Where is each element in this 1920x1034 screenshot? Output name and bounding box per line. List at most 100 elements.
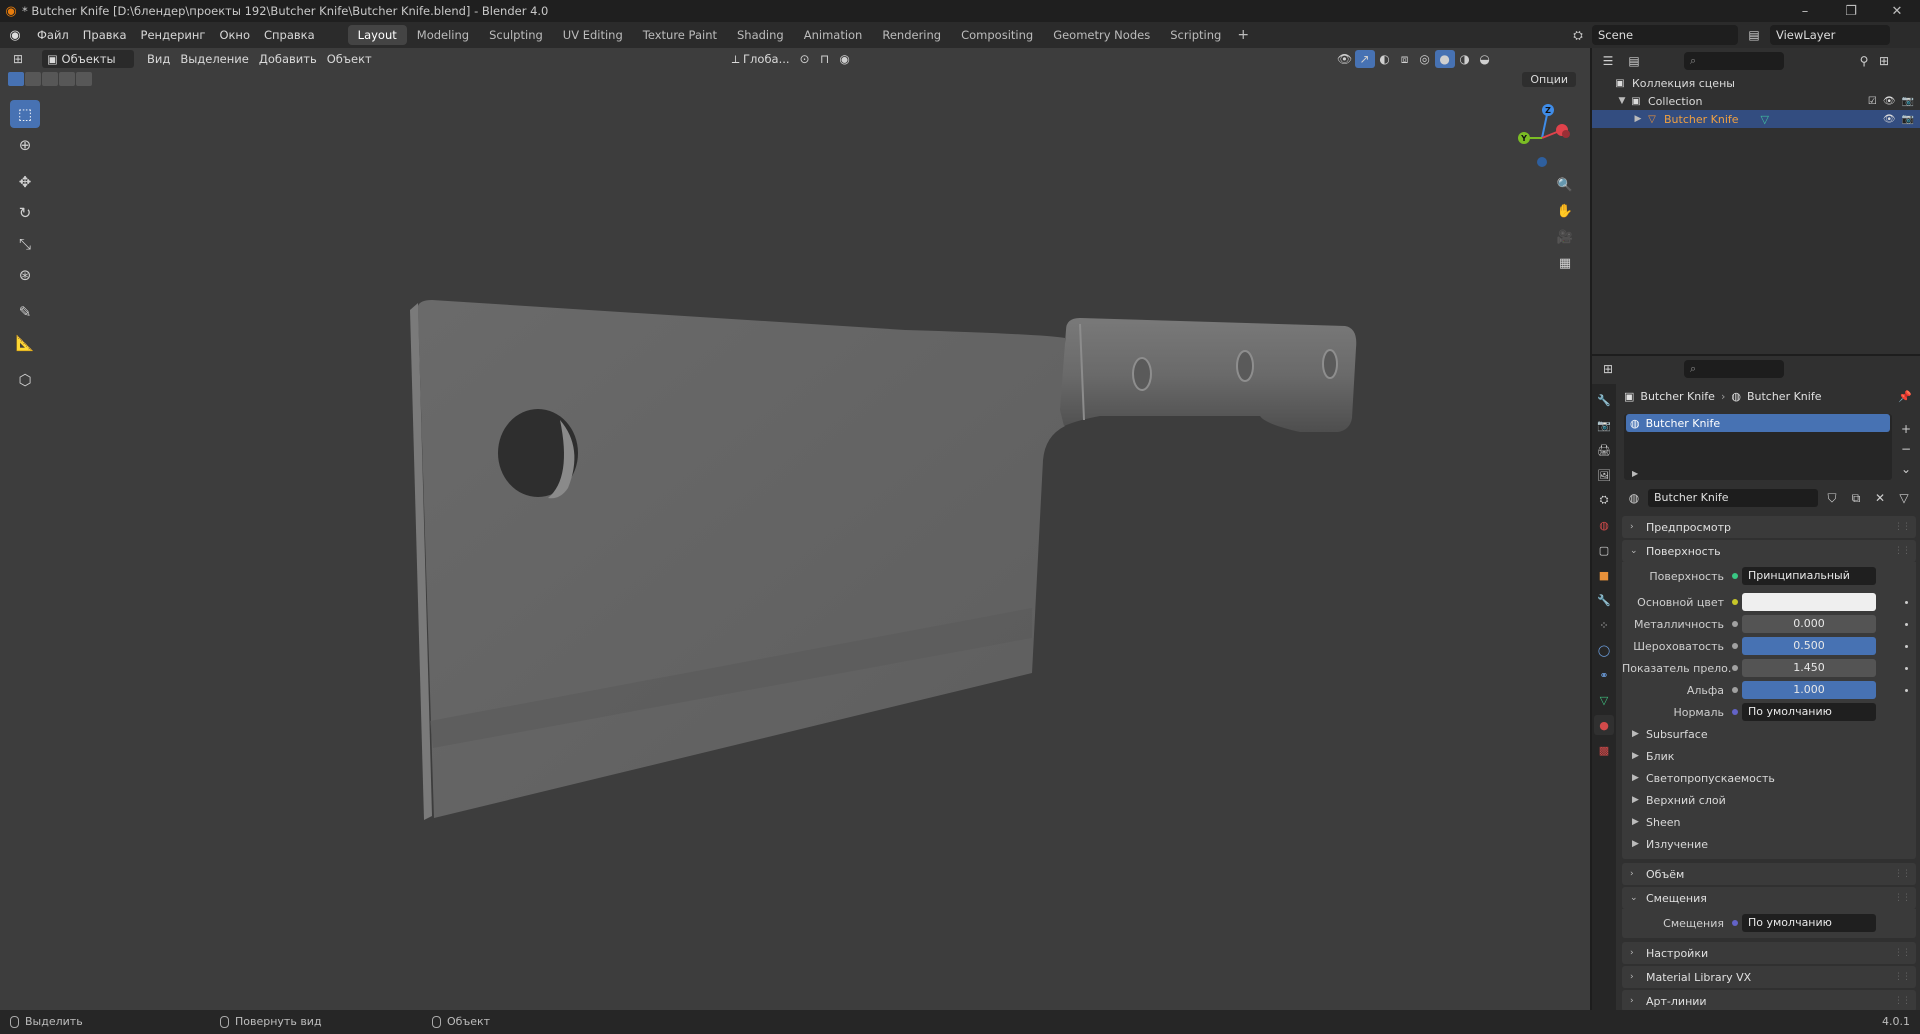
subpanel-specular[interactable]: ▶ Блик: [1622, 745, 1916, 767]
keyframe-dot-icon[interactable]: [1905, 644, 1908, 648]
constraints-tab-icon[interactable]: ⚭: [1594, 665, 1614, 685]
section-preview[interactable]: › Предпросмотр ⋮⋮: [1622, 516, 1916, 538]
section-displacement[interactable]: ⌄ Смещения ⋮⋮: [1622, 887, 1916, 909]
material-link-icon[interactable]: ▽: [1894, 489, 1914, 507]
overlays-icon[interactable]: ◐: [1375, 50, 1395, 68]
solid-shading-icon[interactable]: ●: [1434, 50, 1455, 68]
orientation-dropdown[interactable]: ⟂ Глоба...: [727, 50, 795, 68]
subpanel-coat[interactable]: ▶ Верхний слой: [1622, 789, 1916, 811]
surface-shader-field[interactable]: Принципиальный BSDF: [1742, 567, 1876, 585]
view-layer-tab-icon[interactable]: 🖼: [1594, 465, 1614, 485]
particles-tab-icon[interactable]: ⁘: [1594, 615, 1614, 635]
checkbox-icon[interactable]: ☑: [1868, 96, 1877, 107]
menu-help[interactable]: Справка: [257, 24, 322, 46]
measure-icon[interactable]: 📐: [10, 329, 40, 357]
keyframe-dot-icon[interactable]: [1905, 600, 1908, 604]
select-box-icon[interactable]: ⬚: [10, 100, 40, 128]
tab-geometry-nodes[interactable]: Geometry Nodes: [1043, 25, 1160, 45]
menu-view[interactable]: Вид: [142, 50, 175, 68]
color-socket-icon[interactable]: [1732, 599, 1738, 605]
add-slot-icon[interactable]: +: [1896, 420, 1916, 438]
drag-handle-icon[interactable]: ⋮⋮: [1894, 546, 1911, 556]
menu-add[interactable]: Добавить: [254, 50, 322, 68]
mesh-data-icon[interactable]: ▽: [1761, 113, 1769, 126]
menu-window[interactable]: Окно: [212, 24, 257, 46]
render-tab-icon[interactable]: 📷: [1594, 415, 1614, 435]
tab-animation[interactable]: Animation: [794, 25, 873, 45]
scene-icon[interactable]: ⛭: [1568, 26, 1588, 44]
duplicate-material-icon[interactable]: ⧉: [1846, 489, 1866, 507]
tab-rendering[interactable]: Rendering: [872, 25, 951, 45]
rendered-shading-icon[interactable]: ◒: [1475, 50, 1495, 68]
pivot-icon[interactable]: ⊙: [795, 50, 815, 68]
physics-tab-icon[interactable]: ◯: [1594, 640, 1614, 660]
tab-compositing[interactable]: Compositing: [951, 25, 1043, 45]
navigation-gizmo[interactable]: Z Y: [1508, 100, 1578, 170]
close-icon[interactable]: ✕: [1874, 0, 1920, 22]
drag-handle-icon[interactable]: ⋮⋮: [1894, 972, 1911, 982]
vector-socket-icon[interactable]: [1732, 709, 1738, 715]
rotate-icon[interactable]: ↻: [10, 199, 40, 227]
view-layer-icon[interactable]: ▤: [1744, 26, 1764, 44]
new-collection-icon[interactable]: ⊞: [1874, 52, 1894, 70]
keyframe-dot-icon[interactable]: [1905, 688, 1908, 692]
material-tab-icon[interactable]: ●: [1594, 715, 1614, 735]
outliner-row-butcher-knife[interactable]: ▶ ▽ Butcher Knife ▽ 👁 📷: [1592, 110, 1920, 128]
xray-icon[interactable]: ⧈: [1395, 50, 1415, 68]
subpanel-transmission[interactable]: ▶ Светопропускаемость: [1622, 767, 1916, 789]
properties-search[interactable]: ⌕: [1684, 360, 1784, 378]
tab-uv-editing[interactable]: UV Editing: [553, 25, 633, 45]
wireframe-shading-icon[interactable]: ◎: [1415, 50, 1435, 68]
properties-editor-icon[interactable]: ⊞: [1598, 360, 1618, 378]
menu-render[interactable]: Рендеринг: [134, 24, 213, 46]
add-cube-icon[interactable]: ⬡: [10, 366, 40, 394]
tab-scripting[interactable]: Scripting: [1160, 25, 1231, 45]
modifier-tab-icon[interactable]: 🔧: [1594, 590, 1614, 610]
editor-type-icon[interactable]: ⊞: [8, 50, 28, 68]
select-intersect-icon[interactable]: [76, 72, 92, 86]
select-new-icon[interactable]: [8, 72, 24, 86]
texture-tab-icon[interactable]: ▩: [1594, 740, 1614, 760]
view-layer-selector[interactable]: ViewLayer: [1770, 25, 1890, 45]
section-settings[interactable]: › Настройки ⋮⋮: [1622, 942, 1916, 964]
vector-socket-icon[interactable]: [1732, 920, 1738, 926]
unlink-material-icon[interactable]: ✕: [1870, 489, 1890, 507]
material-name-field[interactable]: Butcher Knife: [1648, 489, 1818, 507]
filter-icon[interactable]: ⚲: [1854, 52, 1874, 70]
fake-user-icon[interactable]: ⛉: [1822, 489, 1842, 507]
value-socket-icon[interactable]: [1732, 665, 1738, 671]
collapse-icon[interactable]: ▼: [1616, 96, 1628, 106]
annotate-icon[interactable]: ✎: [10, 298, 40, 326]
eye-icon[interactable]: 👁: [1883, 96, 1896, 107]
tool-tab-icon[interactable]: 🔧: [1594, 390, 1614, 410]
outliner-editor-icon[interactable]: ☰: [1598, 52, 1618, 70]
select-extend-icon[interactable]: [25, 72, 41, 86]
snap-icon[interactable]: ⊓: [815, 50, 835, 68]
pin-icon[interactable]: 📌: [1898, 390, 1912, 403]
3d-viewport[interactable]: ⊞ ▣ Объекты Вид Выделение Добавить Объек…: [0, 48, 1590, 1010]
output-tab-icon[interactable]: 🖨: [1594, 440, 1614, 460]
keyframe-dot-icon[interactable]: [1905, 666, 1908, 670]
mode-dropdown[interactable]: ▣ Объекты: [42, 50, 134, 68]
maximize-icon[interactable]: ❐: [1828, 0, 1874, 22]
roughness-slider[interactable]: 0.500: [1742, 637, 1876, 655]
section-lineart[interactable]: › Арт-линии ⋮⋮: [1622, 990, 1916, 1012]
base-color-swatch[interactable]: [1742, 593, 1876, 611]
drag-handle-icon[interactable]: ⋮⋮: [1894, 948, 1911, 958]
outliner-search[interactable]: ⌕: [1684, 52, 1784, 70]
value-socket-icon[interactable]: [1732, 643, 1738, 649]
metallic-field[interactable]: 0.000: [1742, 615, 1876, 633]
proportional-edit-icon[interactable]: ◉: [835, 50, 855, 68]
tab-modeling[interactable]: Modeling: [407, 25, 479, 45]
menu-file[interactable]: Файл: [30, 24, 76, 46]
cursor-icon[interactable]: ⊕: [10, 131, 40, 159]
value-socket-icon[interactable]: [1732, 621, 1738, 627]
collection-tab-icon[interactable]: ▢: [1594, 540, 1614, 560]
section-surface[interactable]: ⌄ Поверхность ⋮⋮: [1622, 540, 1916, 562]
tab-layout[interactable]: Layout: [347, 25, 407, 45]
select-invert-icon[interactable]: [59, 72, 75, 86]
scene-tab-icon[interactable]: ⛭: [1594, 490, 1614, 510]
scene-selector[interactable]: Scene: [1592, 25, 1738, 45]
camera-view-icon[interactable]: 🎥: [1554, 226, 1576, 248]
camera-icon[interactable]: 📷: [1902, 114, 1914, 125]
